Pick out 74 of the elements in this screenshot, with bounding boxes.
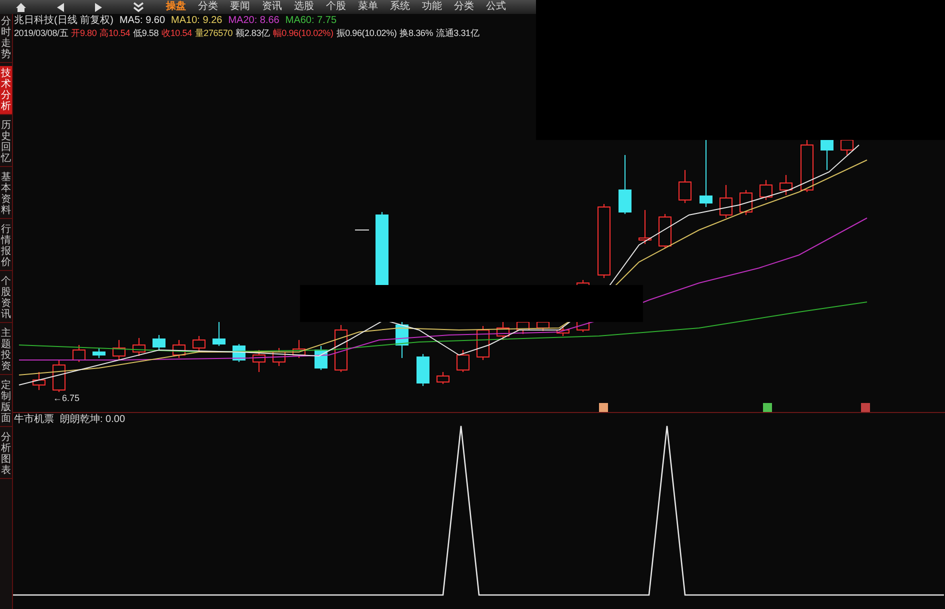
quote-date: 2019/03/08/五: [14, 27, 68, 40]
quote-field: 换8.36%: [400, 27, 434, 40]
candlestick: [638, 210, 652, 244]
candlestick: [212, 322, 226, 346]
quote-field: 收10.54: [162, 27, 192, 40]
menu-item[interactable]: 要闻: [230, 1, 250, 13]
candlestick: [172, 340, 186, 358]
quote-field: 流通3.31亿: [436, 27, 480, 40]
sidebar-tab[interactable]: 技术分析: [0, 66, 12, 115]
menu-item[interactable]: 分类: [454, 1, 474, 13]
quote-field: 振0.96(10.02%): [336, 27, 397, 40]
menu-item[interactable]: 资讯: [262, 1, 282, 13]
moving-average-value: MA60: 7.75: [285, 14, 337, 27]
moving-average-value: MA5: 9.60: [119, 14, 166, 27]
candlestick: [760, 180, 772, 200]
menu-item[interactable]: 系统: [390, 1, 410, 13]
candlestick: [840, 140, 854, 156]
candlestick: [700, 140, 712, 208]
sidebar-tab[interactable]: 个股资讯: [0, 274, 12, 323]
menu-item[interactable]: 分类: [198, 1, 218, 13]
indicator-value: 朗朗乾坤: 0.00: [60, 413, 126, 426]
sidebar-tab[interactable]: 分析图表: [0, 430, 12, 479]
candlestick: [252, 350, 266, 372]
menu-item[interactable]: 选股: [294, 1, 314, 13]
sidebar-tab[interactable]: 历史回忆: [0, 118, 12, 167]
candlestick: [658, 214, 672, 248]
home-icon[interactable]: [16, 2, 26, 12]
candlestick: [720, 184, 732, 218]
menu-item[interactable]: 功能: [422, 1, 442, 13]
candlestick: [436, 372, 450, 384]
sidebar-tab[interactable]: 主题投资: [0, 326, 12, 375]
stock-title: 兆日科技(日线 前复权): [14, 14, 114, 27]
sidebar-tab[interactable]: 分时走势: [0, 14, 12, 63]
moving-average-value: MA20: 8.66: [228, 14, 280, 27]
candlestick: [456, 350, 470, 372]
candlestick: [192, 336, 206, 352]
moving-average-value: MA10: 9.26: [171, 14, 222, 27]
menu-item[interactable]: 个股: [326, 1, 346, 13]
menu-item[interactable]: 操盘: [166, 1, 186, 13]
low-price-label: ←6.75: [53, 392, 80, 405]
sidebar-tab[interactable]: 基本资料: [0, 170, 12, 219]
candlestick: [334, 324, 348, 372]
candlestick: [780, 174, 792, 196]
candlestick: [112, 340, 126, 360]
candlestick: [678, 170, 692, 204]
candlestick: [72, 344, 86, 362]
candlestick: [800, 140, 814, 192]
candlestick: [52, 360, 66, 392]
quote-field: 高10.54: [100, 27, 130, 40]
candlestick: [476, 326, 490, 360]
candlestick: [820, 140, 834, 170]
sidebar-tab[interactable]: 行情报价: [0, 222, 12, 271]
candlestick: [416, 354, 430, 386]
candlestick: [32, 372, 46, 390]
candlestick: [618, 154, 632, 214]
indicator-name: 牛市机票: [14, 413, 54, 426]
quote-field: 开9.80: [71, 27, 97, 40]
quote-field: 量276570: [194, 27, 233, 40]
left-arrow-icon[interactable]: [56, 2, 64, 12]
menu-item[interactable]: 菜单: [358, 1, 378, 13]
candlestick: [152, 334, 166, 350]
candlestick: [132, 338, 146, 356]
candlestick: [272, 348, 286, 366]
candlestick: [556, 326, 570, 336]
sidebar-tab[interactable]: 定制版面: [0, 378, 12, 427]
quote-field: 低9.58: [133, 27, 159, 40]
quote-field: 额2.83亿: [236, 27, 270, 40]
quote-field: 幅0.96(10.02%): [272, 27, 334, 40]
candlestick: [292, 340, 306, 358]
right-arrow-icon[interactable]: [95, 2, 102, 12]
menu-item[interactable]: 公式: [486, 1, 506, 13]
candlestick: [92, 348, 106, 358]
double-chevron-down-icon[interactable]: [133, 2, 144, 12]
candlestick: [740, 190, 752, 216]
